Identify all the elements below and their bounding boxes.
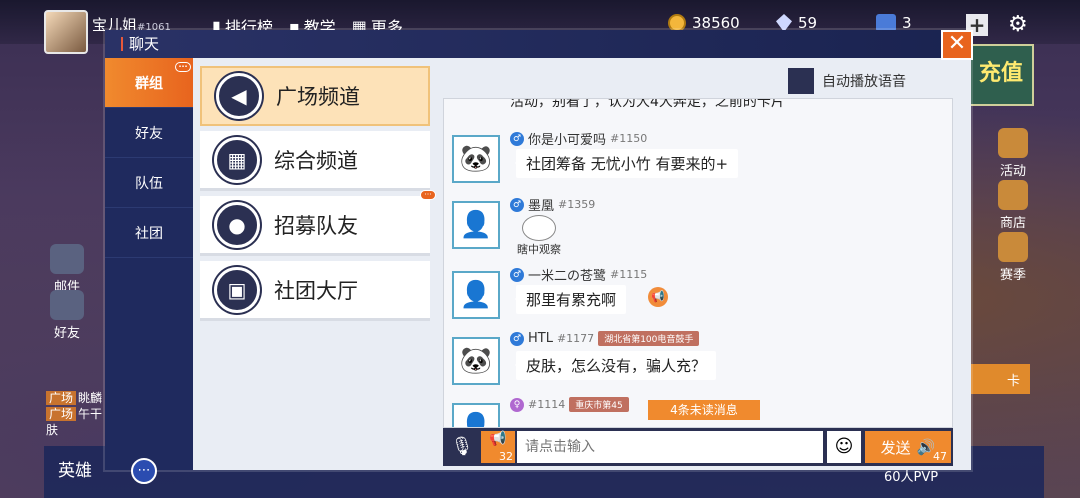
channel-general[interactable]: ▦ 综合频道 bbox=[200, 131, 430, 191]
mail-icon bbox=[50, 244, 84, 274]
channel-club-hall[interactable]: ▣ 社团大厅 bbox=[200, 261, 430, 321]
tab-friends[interactable]: 好友 bbox=[105, 108, 193, 158]
mic-icon[interactable]: 🎙 bbox=[447, 431, 477, 463]
chat-bubble-icon[interactable]: ⋯ bbox=[131, 458, 157, 484]
channel-recruit[interactable]: ● 招募队友 ··· bbox=[200, 190, 436, 256]
input-row: 🎙 📢32 ☺ 发送 🔊 47 bbox=[443, 428, 953, 466]
megaphone-count: 32 bbox=[499, 450, 513, 463]
user-avatar[interactable]: 👤 bbox=[452, 403, 500, 427]
chat-category-tabs: 群组 ··· 好友 队伍 社团 ⋯ bbox=[105, 58, 193, 484]
trophy-icon bbox=[998, 232, 1028, 262]
tab-team[interactable]: 队伍 bbox=[105, 158, 193, 208]
sender-name[interactable]: 墨凰 bbox=[528, 195, 554, 214]
recharge-banner[interactable]: 充值 bbox=[968, 44, 1034, 106]
more-badge: ··· bbox=[175, 62, 191, 72]
message-meta: ♂ 你是小可爱吗 #1150 bbox=[510, 129, 647, 148]
user-avatar[interactable]: 👤 bbox=[452, 201, 500, 249]
send-button[interactable]: 发送 🔊 47 bbox=[865, 431, 951, 463]
title-badge: 湖北省第100电音鼓手 bbox=[598, 331, 700, 346]
message-bubble: 皮肤，怎么没有，骗人充？ bbox=[514, 351, 717, 380]
male-icon: ♂ bbox=[510, 197, 524, 212]
banner-icon: ▣ bbox=[214, 266, 260, 313]
panda-avatar[interactable]: 🐼 bbox=[452, 135, 500, 183]
shop-bag-icon bbox=[998, 180, 1028, 210]
channel-list: ◀ 广场频道 ▦ 综合频道 ● 招募队友 ··· ▣ 社团大厅 bbox=[200, 66, 436, 326]
chat-input[interactable] bbox=[517, 431, 823, 463]
male-icon: ♂ bbox=[510, 267, 524, 282]
grid-icon: ▦ bbox=[214, 136, 260, 183]
male-icon: ♂ bbox=[510, 331, 524, 346]
gear-icon[interactable]: ⚙ bbox=[1008, 12, 1028, 37]
voice-count: 47 bbox=[933, 450, 947, 463]
friends-icon bbox=[50, 290, 84, 320]
user-avatar[interactable]: 👤 bbox=[452, 271, 500, 319]
message-bubble: 社团筹备 无忧小竹 有要来的+ bbox=[514, 149, 739, 178]
activity-button[interactable]: 活动 bbox=[988, 128, 1038, 179]
partial-message: 活动，别看了，认为大4大奔走，之前的卡片 bbox=[510, 98, 785, 110]
tab-club[interactable]: 社团 bbox=[105, 208, 193, 258]
emoji-icon[interactable]: ☺ bbox=[827, 431, 861, 463]
friends-button[interactable]: 好友 bbox=[42, 290, 92, 341]
message-meta: ♂ 一米二の苍鹭 #1115 bbox=[510, 265, 647, 284]
message-meta: ♂ 墨凰 #1359 bbox=[510, 195, 595, 214]
message-meta: ♂ HTL #1177 湖北省第100电音鼓手 bbox=[510, 331, 700, 346]
megaphone-icon[interactable]: 📢 bbox=[648, 287, 668, 307]
male-icon: ♂ bbox=[510, 131, 524, 146]
sticker: 瞎中观察 bbox=[516, 215, 562, 257]
people-icon: ● bbox=[214, 201, 260, 248]
message-list[interactable]: 活动，别看了，认为大4大奔走，之前的卡片 🐼 ♂ 你是小可爱吗 #1150 社团… bbox=[443, 98, 953, 428]
season-button[interactable]: 赛季 bbox=[988, 232, 1038, 283]
hero-tab[interactable]: 英雄 bbox=[58, 456, 92, 481]
sticker-image bbox=[522, 215, 556, 241]
message-bubble: 那里有累充啊 bbox=[514, 285, 627, 314]
recruit-badge: ··· bbox=[420, 190, 436, 200]
sender-name[interactable]: 一米二の苍鹭 bbox=[528, 265, 606, 284]
title-badge: 重庆市第45 bbox=[569, 397, 629, 412]
megaphone-button[interactable]: 📢 32 bbox=[481, 431, 515, 463]
player-avatar[interactable] bbox=[44, 10, 88, 54]
chat-panel: 聊天 ✕ 群组 ··· 好友 队伍 社团 ⋯ ◀ 广场频道 ▦ 综合频道 ● 招募… bbox=[105, 30, 973, 484]
mail-button[interactable]: 邮件 bbox=[42, 244, 92, 295]
gift-icon bbox=[998, 128, 1028, 158]
close-button[interactable]: ✕ bbox=[941, 30, 973, 60]
sender-name[interactable]: 你是小可爱吗 bbox=[528, 129, 606, 148]
tab-group[interactable]: 群组 ··· bbox=[105, 58, 193, 108]
checkbox[interactable] bbox=[788, 68, 814, 94]
female-icon: ♀ bbox=[510, 397, 524, 412]
speaker-icon: ◀ bbox=[216, 73, 262, 119]
sender-name[interactable]: HTL bbox=[528, 331, 553, 346]
channel-plaza[interactable]: ◀ 广场频道 bbox=[200, 66, 430, 126]
auto-voice-toggle[interactable]: 自动播放语音 bbox=[788, 68, 906, 94]
shop-button[interactable]: 商店 bbox=[988, 180, 1038, 231]
mini-chat[interactable]: 广场 眺麟 广场 午干肤 bbox=[46, 390, 106, 438]
panel-title: 聊天 bbox=[105, 30, 971, 58]
unread-messages-button[interactable]: 4条未读消息 bbox=[648, 400, 760, 420]
message-meta: ♀ #1114 重庆市第45 bbox=[510, 397, 629, 412]
panda-avatar[interactable]: 🐼 bbox=[452, 337, 500, 385]
